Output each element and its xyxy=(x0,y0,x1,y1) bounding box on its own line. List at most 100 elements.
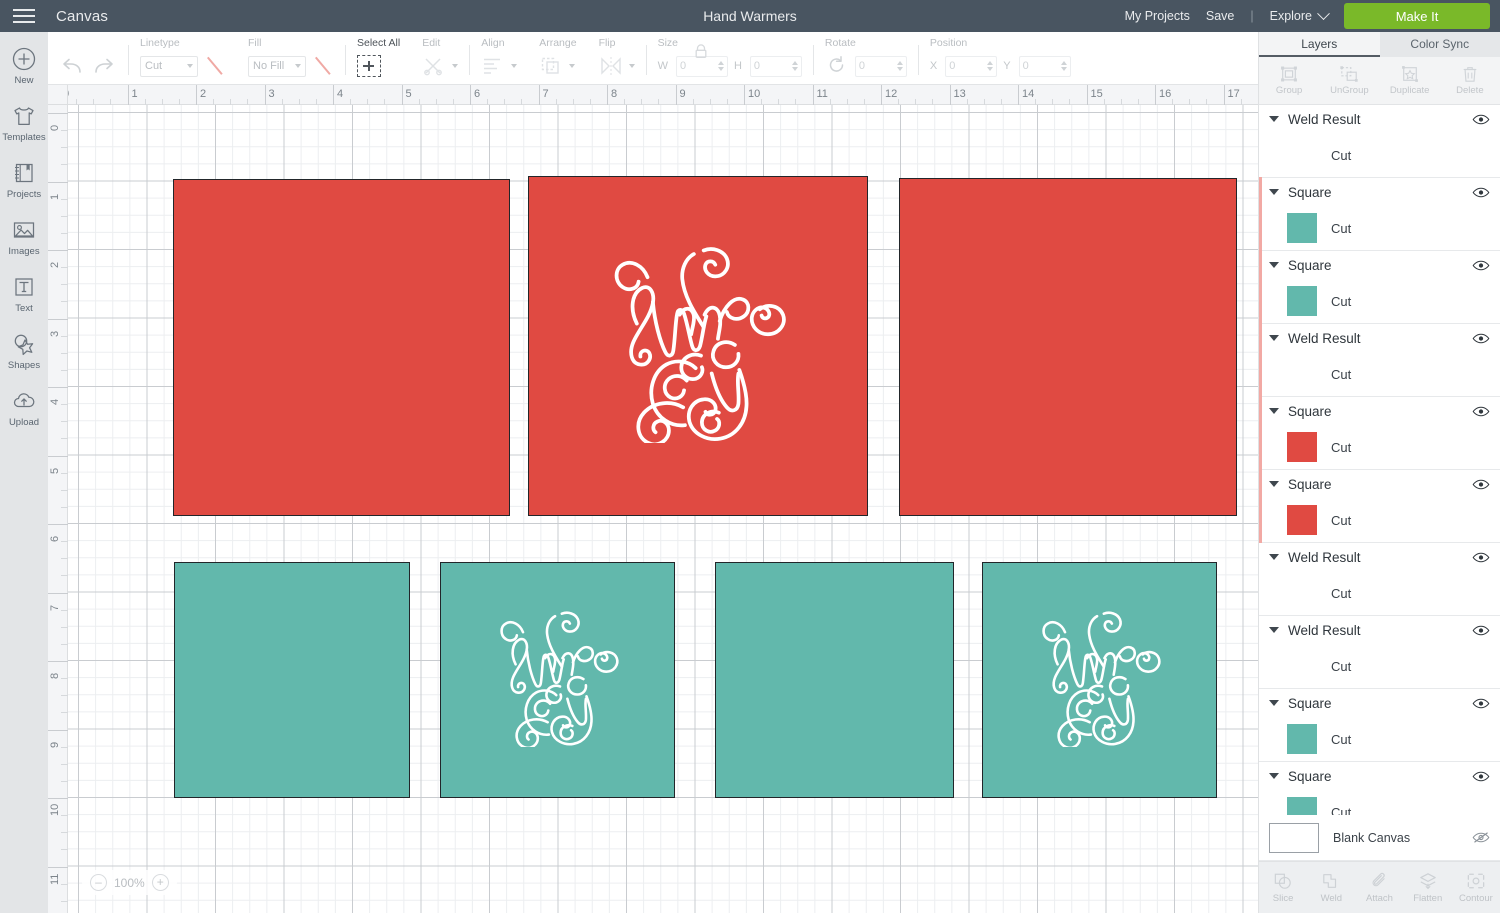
layer-group[interactable]: Square Cut xyxy=(1259,689,1500,762)
square-teal-4[interactable] xyxy=(982,562,1217,798)
pos-y-input[interactable] xyxy=(1022,60,1059,72)
sidebar-item-templates[interactable]: Templates xyxy=(0,103,48,143)
edit-scissors-icon[interactable] xyxy=(422,55,446,77)
delete-button[interactable]: Delete xyxy=(1440,57,1500,104)
ungroup-button[interactable]: UnGroup xyxy=(1319,57,1379,104)
sidebar-item-shapes[interactable]: Shapes xyxy=(0,331,48,371)
chevron-down-icon[interactable] xyxy=(628,64,635,68)
pos-x-stepper[interactable] xyxy=(987,61,994,71)
attach-button[interactable]: Attach xyxy=(1355,862,1403,913)
arrange-icon[interactable] xyxy=(539,55,563,77)
square-red-3[interactable] xyxy=(899,178,1237,516)
layer-group[interactable]: Square Cut xyxy=(1259,396,1500,470)
zoom-in-button[interactable]: + xyxy=(151,874,169,891)
fill-color-swatch[interactable] xyxy=(312,56,334,77)
pos-y-field[interactable] xyxy=(1018,55,1071,77)
square-teal-2[interactable] xyxy=(440,562,675,798)
sidebar-item-upload[interactable]: Upload xyxy=(0,388,48,428)
layer-row[interactable]: Cut xyxy=(1259,717,1500,761)
layer-group[interactable]: Weld Result Cut xyxy=(1259,323,1500,397)
height-stepper[interactable] xyxy=(791,61,798,71)
layer-group-header[interactable]: Square xyxy=(1259,689,1500,717)
chevron-down-icon[interactable] xyxy=(452,64,459,68)
chevron-down-icon[interactable] xyxy=(511,64,518,68)
layer-row[interactable]: Cut xyxy=(1259,206,1500,250)
hamburger-menu-icon[interactable] xyxy=(0,0,48,32)
eye-icon[interactable] xyxy=(1472,113,1490,126)
collapse-triangle-icon[interactable] xyxy=(1269,627,1279,633)
collapse-triangle-icon[interactable] xyxy=(1269,700,1279,706)
layer-group[interactable]: Square Cut xyxy=(1259,762,1500,815)
width-input[interactable] xyxy=(679,60,716,72)
flip-icon[interactable] xyxy=(599,55,623,77)
layer-group-header[interactable]: Weld Result xyxy=(1259,105,1500,133)
layer-row[interactable]: Cut xyxy=(1259,644,1500,688)
eye-icon[interactable] xyxy=(1472,770,1490,783)
square-teal-1[interactable] xyxy=(174,562,410,798)
flatten-button[interactable]: Flatten xyxy=(1404,862,1452,913)
collapse-triangle-icon[interactable] xyxy=(1269,773,1279,779)
save-button[interactable]: Save xyxy=(1206,9,1235,23)
eye-icon[interactable] xyxy=(1472,697,1490,710)
duplicate-button[interactable]: Duplicate xyxy=(1380,57,1440,104)
slice-button[interactable]: Slice xyxy=(1259,862,1307,913)
linetype-select[interactable]: Cut xyxy=(140,55,198,77)
align-icon[interactable] xyxy=(481,55,505,77)
layer-row[interactable]: Cut xyxy=(1259,498,1500,542)
layer-group-header[interactable]: Square xyxy=(1259,178,1500,206)
collapse-triangle-icon[interactable] xyxy=(1269,335,1279,341)
chevron-down-icon[interactable] xyxy=(569,64,576,68)
width-field[interactable] xyxy=(675,55,728,77)
layer-row[interactable]: Cut xyxy=(1259,279,1500,323)
tab-layers[interactable]: Layers xyxy=(1259,32,1380,57)
rotate-field[interactable] xyxy=(854,55,907,77)
rotate-icon[interactable] xyxy=(825,55,849,77)
rotate-input[interactable] xyxy=(858,60,895,72)
make-it-button[interactable]: Make It xyxy=(1344,3,1490,29)
pos-x-field[interactable] xyxy=(945,55,998,77)
weld-button[interactable]: Weld xyxy=(1307,862,1355,913)
blank-canvas-row[interactable]: Blank Canvas xyxy=(1259,815,1500,861)
design-canvas[interactable]: 01234567891011121314151617 0123456789101… xyxy=(48,85,1258,913)
eye-icon[interactable] xyxy=(1472,332,1490,345)
collapse-triangle-icon[interactable] xyxy=(1269,189,1279,195)
sidebar-item-new[interactable]: New xyxy=(0,46,48,86)
layer-group-header[interactable]: Square xyxy=(1259,251,1500,279)
layer-group[interactable]: Weld Result Cut xyxy=(1259,616,1500,689)
square-teal-3[interactable] xyxy=(715,562,954,798)
sidebar-item-projects[interactable]: Projects xyxy=(0,160,48,200)
height-input[interactable] xyxy=(753,60,790,72)
undo-arrow-icon[interactable] xyxy=(59,55,85,77)
collapse-triangle-icon[interactable] xyxy=(1269,554,1279,560)
tab-color-sync[interactable]: Color Sync xyxy=(1380,32,1500,57)
fill-select[interactable]: No Fill xyxy=(248,55,306,77)
layer-group[interactable]: Square Cut xyxy=(1259,177,1500,251)
layer-row[interactable]: Cut xyxy=(1259,790,1500,815)
layer-group[interactable]: Weld Result Cut xyxy=(1259,543,1500,616)
collapse-triangle-icon[interactable] xyxy=(1269,116,1279,122)
layer-group-header[interactable]: Weld Result xyxy=(1259,324,1500,352)
collapse-triangle-icon[interactable] xyxy=(1269,408,1279,414)
layer-group-header[interactable]: Weld Result xyxy=(1259,543,1500,571)
linetype-color-swatch[interactable] xyxy=(204,56,226,77)
contour-button[interactable]: Contour xyxy=(1452,862,1500,913)
layer-row[interactable]: Cut xyxy=(1259,425,1500,469)
eye-icon[interactable] xyxy=(1472,259,1490,272)
machine-selector[interactable]: Explore xyxy=(1270,6,1330,23)
sidebar-item-text[interactable]: Text xyxy=(0,274,48,314)
collapse-triangle-icon[interactable] xyxy=(1269,262,1279,268)
layer-group-header[interactable]: Square xyxy=(1259,397,1500,425)
zoom-out-button[interactable]: – xyxy=(90,874,107,891)
eye-icon[interactable] xyxy=(1472,405,1490,418)
eye-icon[interactable] xyxy=(1472,624,1490,637)
layer-row[interactable]: Cut xyxy=(1259,571,1500,615)
eye-icon[interactable] xyxy=(1472,186,1490,199)
eye-icon[interactable] xyxy=(1472,478,1490,491)
height-field[interactable] xyxy=(749,55,802,77)
square-red-2[interactable] xyxy=(528,176,868,516)
sidebar-item-images[interactable]: Images xyxy=(0,217,48,257)
select-all-icon[interactable] xyxy=(357,55,381,77)
layer-row[interactable]: Cut xyxy=(1259,133,1500,177)
width-stepper[interactable] xyxy=(717,61,724,71)
layer-group[interactable]: Weld Result Cut xyxy=(1259,105,1500,178)
